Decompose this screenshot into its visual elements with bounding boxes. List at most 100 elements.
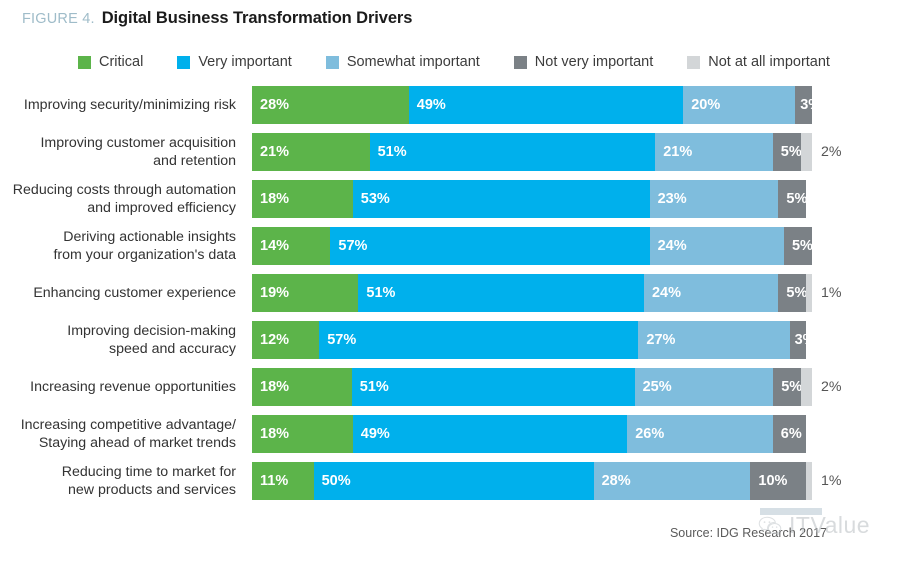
bar-wrapper: 18% 49% 26% 6% [252, 415, 899, 453]
segment-value-label: 21% [260, 144, 290, 160]
bar-segment-critical[interactable]: 18% [252, 180, 353, 218]
bar-segment-not-at-all-important[interactable] [806, 274, 812, 312]
bar-wrapper: 28% 49% 20% 3% [252, 86, 899, 124]
bar-segment-not-very-important[interactable]: 3% [795, 86, 812, 124]
segment-outside-value-label: 1% [821, 285, 842, 301]
segment-value-label: 5% [781, 379, 801, 395]
stacked-bar[interactable]: 19% 51% 24% 5% [252, 274, 812, 312]
stacked-bar[interactable]: 28% 49% 20% 3% [252, 86, 812, 124]
chart-row: Improving customer acquisition and reten… [0, 133, 899, 171]
segment-value-label: 5% [780, 144, 801, 160]
bar-segment-not-at-all-important[interactable] [800, 133, 812, 171]
stacked-bar[interactable]: 18% 53% 23% 5% [252, 180, 812, 218]
segment-value-label: 28% [601, 473, 631, 489]
bar-segment-very-important[interactable]: 57% [330, 227, 650, 265]
legend-swatch-icon [513, 55, 527, 69]
bar-segment-not-very-important[interactable]: 3% [789, 321, 807, 359]
segment-value-label: 51% [377, 144, 407, 160]
bar-segment-very-important[interactable]: 49% [408, 86, 684, 124]
bar-segment-somewhat-important[interactable]: 24% [643, 274, 779, 312]
segment-value-label: 20% [691, 97, 721, 113]
bar-segment-very-important[interactable]: 51% [351, 368, 635, 406]
bar-segment-not-very-important[interactable]: 5% [773, 368, 801, 406]
bar-segment-not-very-important[interactable]: 5% [778, 274, 807, 312]
bar-segment-critical[interactable]: 19% [252, 274, 359, 312]
category-label: Reducing costs through automation and im… [12, 182, 236, 216]
category-label: Improving customer acquisition and reten… [40, 135, 236, 169]
bar-segment-not-very-important[interactable]: 6% [772, 415, 807, 453]
chart-row: Enhancing customer experience 19% 51% 24% 5%… [0, 274, 899, 312]
bar-wrapper: 18% 51% 25% 5% 2% [252, 368, 899, 406]
bar-segment-critical[interactable]: 18% [252, 368, 352, 406]
segment-value-label: 49% [360, 426, 390, 442]
segment-value-label: 18% [260, 426, 290, 442]
bar-segment-very-important[interactable]: 49% [352, 415, 628, 453]
stacked-bar[interactable]: 18% 51% 25% 5% [252, 368, 812, 406]
segment-value-label: 3% [800, 97, 812, 113]
bar-segment-somewhat-important[interactable]: 25% [634, 368, 774, 406]
figure-number: FIGURE 4. [22, 11, 95, 27]
legend-item[interactable]: Somewhat important [325, 54, 480, 70]
source-note: Source: IDG Research 2017 [669, 526, 827, 540]
segment-value-label: 18% [260, 379, 290, 395]
legend-label: Not at all important [708, 54, 830, 70]
segment-value-label: 24% [651, 285, 682, 301]
segment-value-label: 21% [663, 144, 693, 160]
segment-value-label: 11% [260, 473, 289, 489]
category-label: Increasing competitive advantage/ Stayin… [20, 417, 236, 451]
bar-segment-critical[interactable]: 12% [252, 321, 320, 359]
bar-segment-somewhat-important[interactable]: 21% [655, 133, 773, 171]
legend-item[interactable]: Not at all important [687, 54, 830, 70]
stacked-bar[interactable]: 11% 50% 28% 10% [252, 462, 812, 500]
legend-label: Critical [99, 54, 144, 70]
stacked-bar[interactable]: 18% 49% 26% 6% [252, 415, 812, 453]
chart-row: Deriving actionable insights from your o… [0, 227, 899, 265]
chart-row: Reducing costs through automation and im… [0, 180, 899, 218]
bar-segment-critical[interactable]: 14% [252, 227, 331, 265]
chart-row: Improving decision-making speed and accu… [0, 321, 899, 359]
chart-legend: Critical Very important Somewhat important… [78, 54, 830, 70]
bar-segment-somewhat-important[interactable]: 20% [683, 86, 796, 124]
legend-item[interactable]: Critical [78, 54, 143, 70]
bar-segment-critical[interactable]: 28% [252, 86, 409, 124]
bar-segment-very-important[interactable]: 53% [352, 180, 650, 218]
stacked-bar[interactable]: 12% 57% 27% 3% [252, 321, 812, 359]
bar-wrapper: 18% 53% 23% 5% [252, 180, 899, 218]
segment-value-label: 23% [657, 191, 687, 207]
legend-item[interactable]: Not very important [513, 54, 653, 70]
bar-segment-very-important[interactable]: 57% [319, 321, 639, 359]
bar-segment-somewhat-important[interactable]: 26% [627, 415, 773, 453]
bar-segment-somewhat-important[interactable]: 27% [638, 321, 790, 359]
bar-segment-not-very-important[interactable]: 5% [783, 227, 812, 265]
stacked-bar[interactable]: 21% 51% 21% 5% [252, 133, 812, 171]
segment-value-label: 3% [794, 332, 807, 348]
bar-segment-somewhat-important[interactable]: 23% [649, 180, 779, 218]
bar-segment-critical[interactable]: 11% [252, 462, 314, 500]
bar-segment-not-at-all-important[interactable] [800, 368, 812, 406]
segment-value-label: 51% [359, 379, 389, 395]
legend-swatch-icon [78, 55, 91, 69]
stacked-bar[interactable]: 14% 57% 24% 5% [252, 227, 812, 265]
category-label: Reducing time to market for new products… [61, 464, 236, 498]
bar-segment-critical[interactable]: 21% [252, 133, 370, 171]
bar-segment-critical[interactable]: 18% [252, 415, 353, 453]
segment-value-label: 6% [780, 426, 802, 442]
bar-segment-not-very-important[interactable]: 5% [778, 180, 807, 218]
bar-segment-very-important[interactable]: 51% [369, 133, 656, 171]
category-label: Improving decision-making speed and accu… [67, 323, 236, 357]
bar-segment-not-very-important[interactable]: 10% [750, 462, 807, 500]
category-label: Increasing revenue opportunities [30, 379, 236, 395]
bar-segment-somewhat-important[interactable]: 24% [649, 227, 784, 265]
bar-segment-not-very-important[interactable]: 5% [772, 133, 801, 171]
bar-segment-not-at-all-important[interactable] [806, 462, 812, 500]
segment-value-label: 51% [366, 285, 396, 301]
bar-segment-somewhat-important[interactable]: 28% [593, 462, 751, 500]
segment-value-label: 5% [786, 285, 807, 301]
segment-outside-value-label: 2% [821, 379, 842, 395]
bar-segment-very-important[interactable]: 50% [313, 462, 594, 500]
segment-value-label: 5% [791, 238, 812, 254]
legend-item[interactable]: Very important [177, 54, 292, 70]
segment-value-label: 28% [260, 97, 290, 113]
chart-row: Reducing time to market for new products… [0, 462, 899, 500]
bar-segment-very-important[interactable]: 51% [358, 274, 644, 312]
